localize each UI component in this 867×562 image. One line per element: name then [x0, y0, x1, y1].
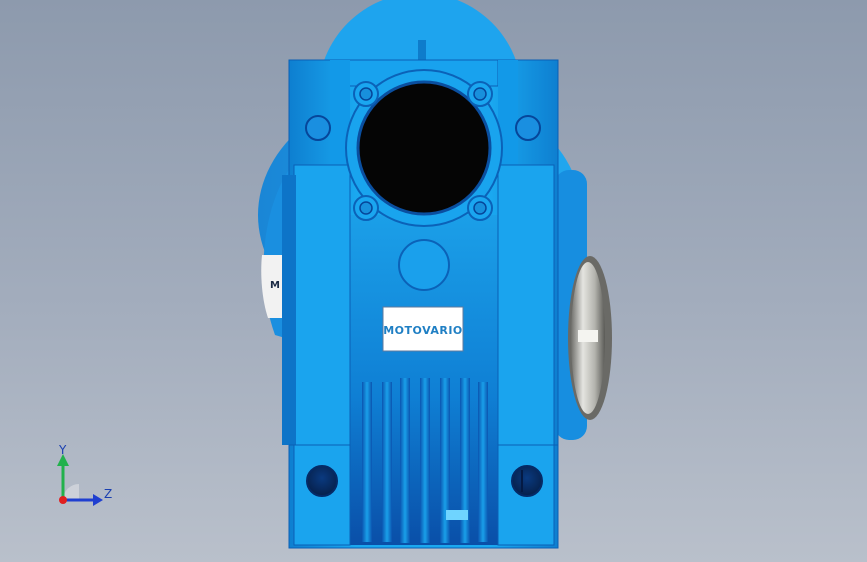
- brand-label: MOTOVARIO: [383, 324, 463, 337]
- left-pillar-edge: [282, 175, 296, 445]
- lower-right-foot-hole: [511, 465, 543, 497]
- axis-triad: Y Z: [57, 443, 112, 506]
- upper-right-hole: [515, 115, 541, 141]
- y-axis-label: Y: [58, 443, 67, 457]
- upper-left-hole: [305, 115, 331, 141]
- z-axis-label: Z: [104, 487, 112, 501]
- lower-left-foot-hole: [306, 465, 338, 497]
- center-plug: [398, 239, 450, 291]
- output-flange-key: [578, 330, 598, 342]
- origin-dot: [59, 496, 67, 504]
- side-label: M: [270, 280, 280, 291]
- cad-viewport[interactable]: M MOTOVARIO Y Z: [0, 0, 867, 562]
